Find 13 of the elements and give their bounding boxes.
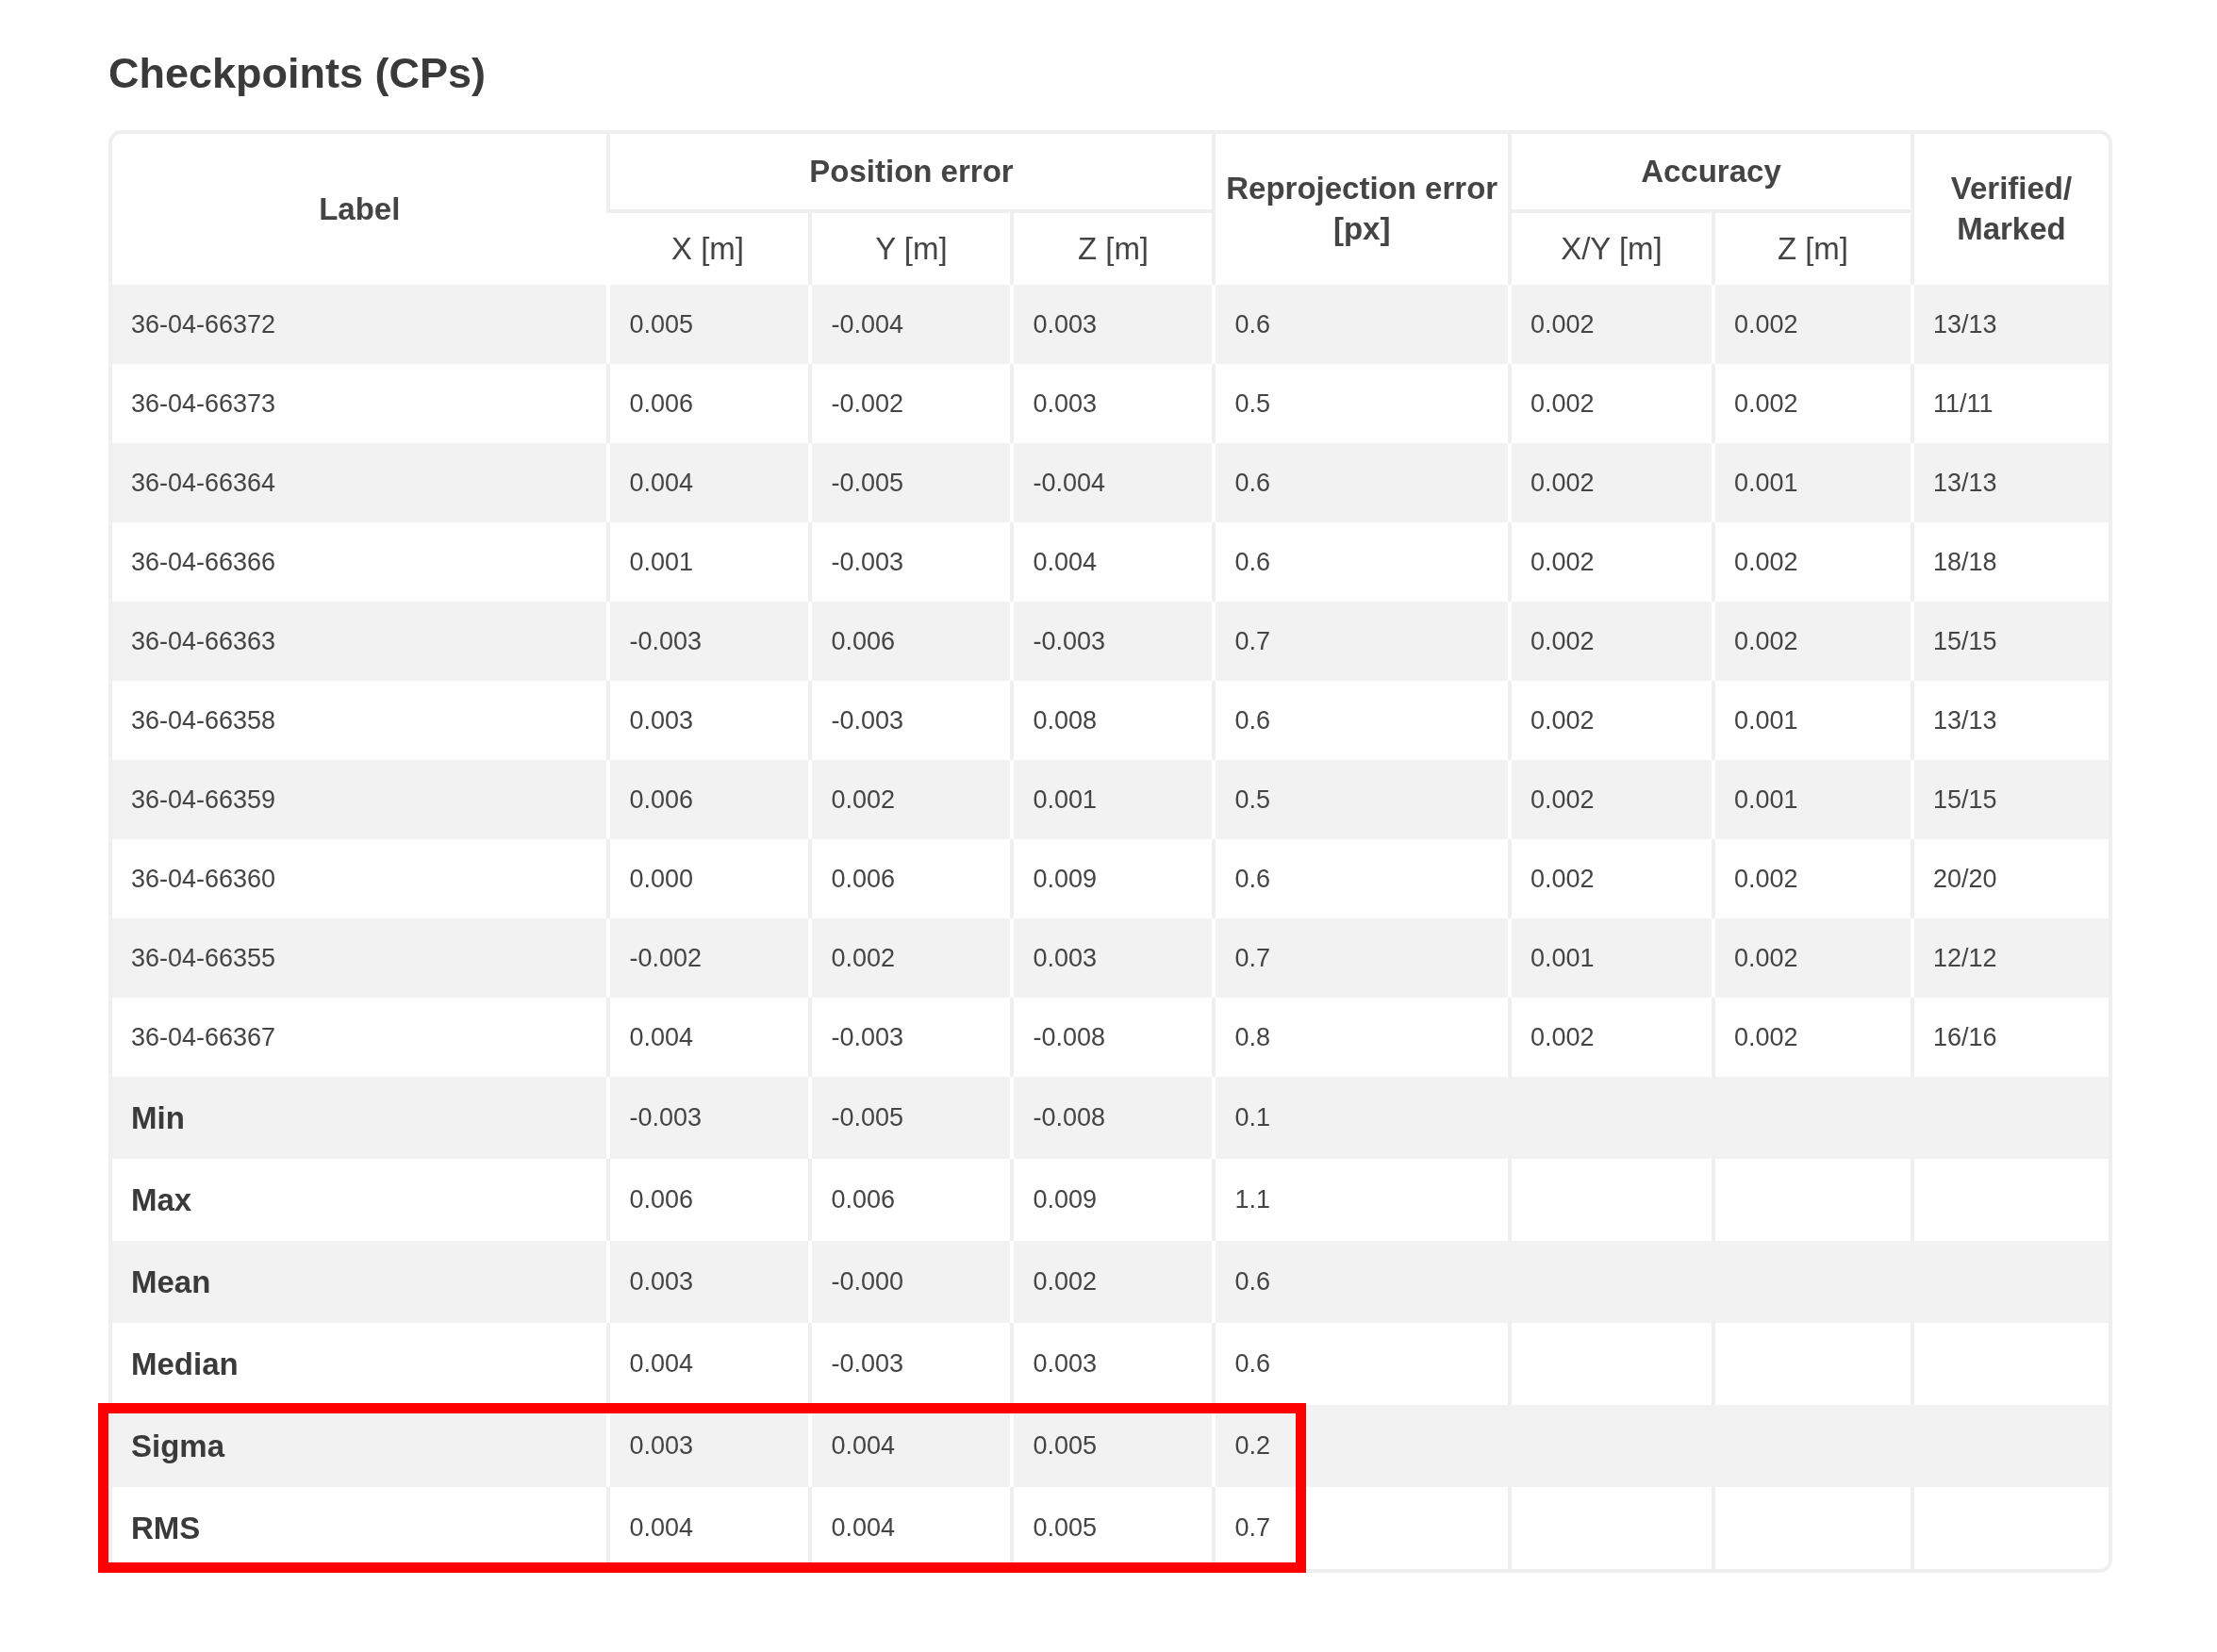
section-title: Checkpoints (CPs) bbox=[108, 48, 488, 99]
column-header: Z [m] bbox=[1010, 209, 1213, 285]
point-label: 36-04-66364 bbox=[112, 443, 607, 522]
row-label: Min bbox=[112, 1077, 607, 1159]
row-label: Mean bbox=[112, 1241, 607, 1323]
point-label: 36-04-66355 bbox=[112, 918, 607, 998]
point-label: 36-04-66359 bbox=[112, 760, 607, 839]
point-label: 36-04-66363 bbox=[112, 602, 607, 681]
point-label: 36-04-66372 bbox=[112, 285, 607, 364]
column-header: Z [m] bbox=[1711, 209, 1911, 285]
column-header: Y [m] bbox=[808, 209, 1011, 285]
column-header: Verified/ Marked bbox=[1910, 134, 2109, 285]
column-header: X/Y [m] bbox=[1507, 209, 1712, 285]
